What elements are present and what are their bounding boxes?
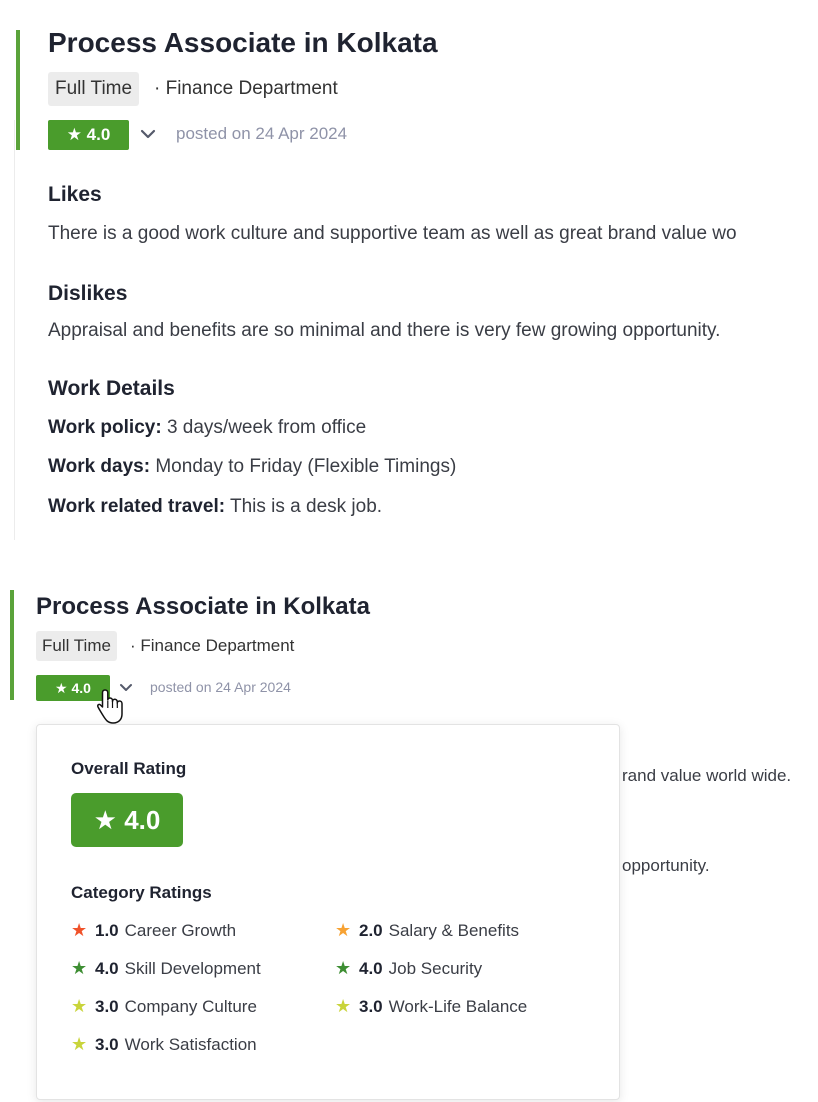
chevron-down-icon[interactable] [138, 126, 158, 142]
dislikes-text: Appraisal and benefits are so minimal an… [48, 320, 721, 341]
hand-pointer-cursor-icon [97, 689, 123, 724]
work-details-heading: Work Details [48, 377, 175, 400]
star-icon: ★ [71, 920, 88, 940]
department-label: · Finance Department [130, 636, 295, 655]
category-ratings-heading: Category Ratings [71, 883, 212, 902]
work-policy-label: Work policy: [48, 417, 162, 438]
rating-badge[interactable]: ★ 4.0 [48, 120, 129, 150]
star-icon: ★ [71, 996, 88, 1016]
travel-label: Work related travel: [48, 496, 226, 517]
work-days-label: Work days: [48, 456, 151, 477]
work-policy-row: Work policy: 3 days/week from office [48, 417, 366, 439]
likes-text: There is a good work culture and support… [48, 223, 737, 244]
star-icon: ★ [335, 996, 352, 1016]
category-rating-work-life-balance: ★ 3.0 Work-Life Balance [335, 996, 528, 1016]
category-rating-salary-benefits: ★ 2.0 Salary & Benefits [335, 920, 520, 940]
travel-value: This is a desk job. [230, 496, 383, 517]
card-accent-bar [16, 30, 20, 150]
posted-date: posted on 24 Apr 2024 [176, 124, 348, 143]
star-icon: ★ [71, 1034, 88, 1054]
dislikes-text-partial: opportunity. [622, 856, 710, 875]
category-rating-company-culture: ★ 3.0 Company Culture [71, 996, 257, 1016]
card-accent-bar [10, 590, 14, 700]
work-days-value: Monday to Friday (Flexible Timings) [155, 456, 457, 477]
employment-type-chip: Full Time [36, 631, 117, 661]
star-icon: ★ [335, 958, 352, 978]
department-label: · Finance Department [154, 78, 338, 99]
card-left-border [14, 120, 15, 540]
category-rating-skill-development: ★ 4.0 Skill Development [71, 958, 261, 978]
work-days-row: Work days: Monday to Friday (Flexible Ti… [48, 456, 456, 478]
work-policy-value: 3 days/week from office [166, 417, 367, 438]
review-card: Process Associate in Kolkata Full Time ·… [0, 0, 818, 540]
review-card-hover-state: Process Associate in Kolkata Full Time ·… [0, 586, 818, 1102]
category-rating-career-growth: ★ 1.0 Career Growth [71, 920, 237, 940]
category-rating-job-security: ★ 4.0 Job Security [335, 958, 483, 978]
dislikes-heading: Dislikes [48, 282, 128, 305]
employment-type-chip: Full Time [48, 72, 140, 106]
overall-rating-badge: ★ 4.0 [71, 793, 183, 847]
star-icon: ★ [71, 958, 88, 978]
posted-date: posted on 24 Apr 2024 [150, 679, 291, 695]
star-icon: ★ [335, 920, 352, 940]
review-title: Process Associate in Kolkata [48, 27, 438, 58]
category-rating-work-satisfaction: ★ 3.0 Work Satisfaction [71, 1034, 257, 1054]
likes-heading: Likes [48, 183, 102, 206]
rating-popover: Overall Rating ★ 4.0 Category Ratings ★ 1… [36, 724, 620, 1100]
overall-rating-heading: Overall Rating [71, 759, 187, 778]
review-title: Process Associate in Kolkata [36, 593, 370, 620]
likes-text-partial: rand value world wide. [622, 766, 792, 785]
travel-row: Work related travel: This is a desk job. [48, 496, 382, 518]
